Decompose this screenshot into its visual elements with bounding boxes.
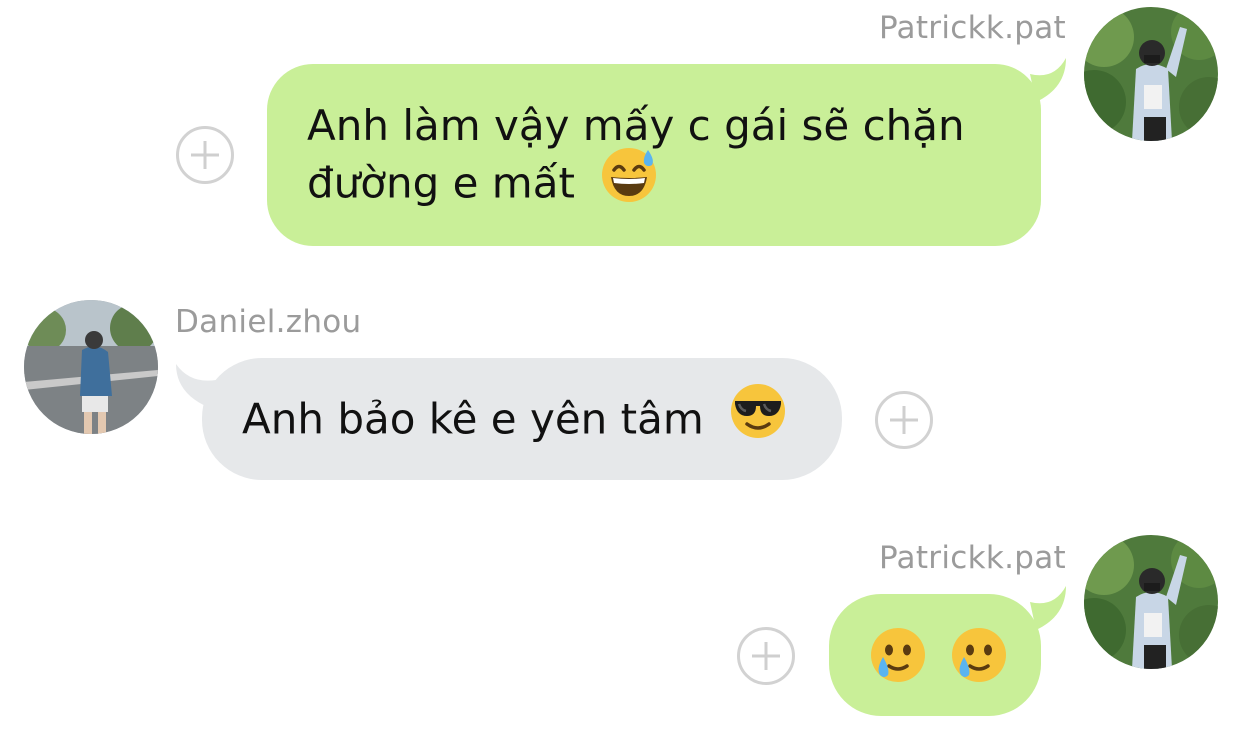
bubble-tail — [1030, 586, 1066, 630]
sender-name: Patrickk.pat — [878, 10, 1066, 46]
message-bubble[interactable]: Anh bảo kê e yên tâm — [202, 358, 842, 480]
message-text-line: đường e mất — [307, 158, 575, 208]
message-text — [869, 626, 1041, 698]
sender-name: Daniel.zhou — [175, 304, 362, 340]
add-reaction-button[interactable] — [176, 126, 234, 184]
add-reaction-button[interactable] — [875, 391, 933, 449]
message-text-line: Anh bảo kê e yên tâm — [242, 394, 704, 444]
avatar[interactable] — [24, 300, 158, 434]
avatar[interactable] — [1084, 535, 1218, 669]
sender-name: Patrickk.pat — [878, 540, 1066, 576]
grinning-face-with-sweat-icon — [600, 146, 658, 218]
message-text: Anh bảo kê e yên tâm — [242, 384, 802, 454]
avatar[interactable] — [1084, 7, 1218, 141]
message-bubble[interactable] — [829, 594, 1041, 716]
bubble-tail — [1030, 58, 1066, 102]
smiling-face-with-sunglasses-icon — [729, 382, 787, 454]
message-text: đường e mất — [307, 148, 1001, 218]
add-reaction-button[interactable] — [737, 627, 795, 685]
face-holding-back-tears-icon — [869, 626, 927, 698]
message-bubble[interactable]: Anh làm vậy mấy c gái sẽ chặn đường e mấ… — [267, 64, 1041, 246]
face-holding-back-tears-icon — [950, 626, 1008, 698]
